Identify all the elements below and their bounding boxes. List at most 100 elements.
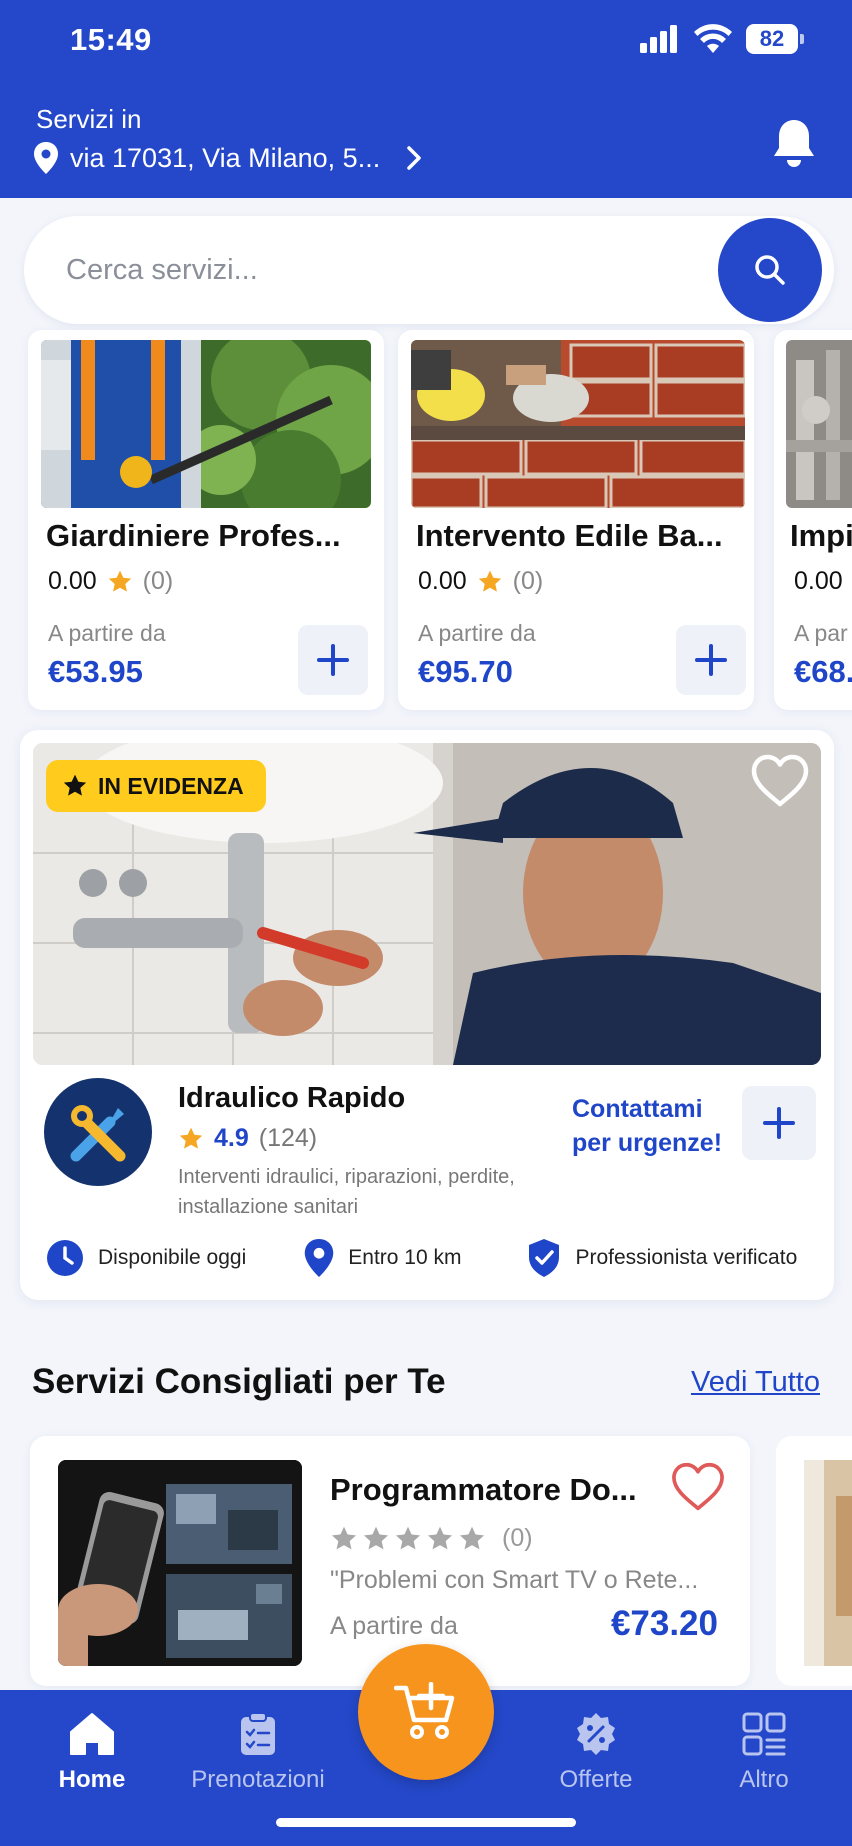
star-icon	[108, 570, 131, 592]
star-outline-icon	[459, 1526, 485, 1549]
price-from-label: A partire da	[330, 1612, 458, 1640]
add-featured-button[interactable]	[742, 1086, 816, 1160]
nav-home[interactable]: Home	[12, 1712, 172, 1794]
service-title: Giardiniere Profes...	[46, 518, 341, 553]
app-header: 15:49 82 Servizi in via 17031, Via Milan…	[0, 0, 852, 198]
service-rating: 0.00 (0)	[48, 567, 173, 596]
verified-shield-icon	[529, 1239, 560, 1277]
rating-count: (0)	[142, 567, 174, 595]
rating-value: 0.00	[418, 567, 467, 595]
plus-icon	[317, 644, 349, 676]
recommended-title: Programmatore Do...	[330, 1472, 637, 1507]
price-from-label: A partire da	[48, 620, 166, 646]
feature-availability: Disponibile oggi	[46, 1239, 246, 1277]
heart-outline-icon	[751, 754, 809, 807]
feature-label: Entro 10 km	[348, 1246, 462, 1269]
section-title: Servizi Consigliati per Te	[32, 1362, 446, 1401]
feature-label: Professionista verificato	[575, 1246, 798, 1269]
plus-icon	[763, 1107, 795, 1139]
service-title: Intervento Edile Ba...	[416, 518, 723, 553]
service-image-gardener	[41, 340, 371, 508]
clipboard-icon	[241, 1712, 275, 1755]
star-icon	[179, 1127, 203, 1149]
recommended-price: €73.20	[610, 1604, 718, 1643]
featured-service-card[interactable]: IN EVIDENZA Idraulico Rapido 4.9 (124) I…	[20, 730, 834, 1300]
search-button[interactable]	[718, 218, 822, 322]
plus-icon	[695, 644, 727, 676]
search-icon	[755, 255, 785, 285]
battery-indicator: 82	[746, 24, 804, 54]
urgent-line-1: Contattami	[572, 1095, 703, 1123]
service-card[interactable]: Impi 0.00 A par €68.	[774, 330, 852, 710]
location-pin-icon	[34, 142, 58, 174]
recommended-image-peek	[804, 1460, 852, 1666]
see-all-link[interactable]: Vedi Tutto	[691, 1366, 820, 1399]
location-pin-icon	[305, 1239, 334, 1277]
nav-label: Offerte	[559, 1766, 633, 1793]
nav-offers[interactable]: Offerte	[516, 1712, 676, 1794]
wifi-icon	[694, 24, 732, 53]
nav-bookings[interactable]: Prenotazioni	[178, 1712, 338, 1794]
status-icons: 82	[640, 24, 804, 54]
service-title: Impi	[790, 518, 852, 553]
recommended-service-card[interactable]	[776, 1436, 852, 1686]
recommended-rating: (0)	[330, 1524, 533, 1553]
cart-add-icon	[394, 1682, 455, 1739]
heart-outline-icon	[672, 1462, 724, 1511]
tools-icon	[70, 1105, 126, 1162]
home-indicator	[276, 1818, 576, 1827]
star-outline-icon	[363, 1526, 389, 1549]
rating-value: 0.00	[48, 567, 97, 595]
clock-icon	[47, 1240, 83, 1276]
favorite-button[interactable]	[750, 754, 810, 813]
star-icon	[478, 570, 501, 592]
service-card[interactable]: Intervento Edile Ba... 0.00 (0) A partir…	[398, 330, 754, 710]
price-from-label: A partire da	[418, 620, 536, 646]
search-bar	[24, 216, 834, 324]
location-selector[interactable]: via 17031, Via Milano, 5...	[34, 142, 424, 174]
nav-more[interactable]: Altro	[684, 1712, 844, 1794]
urgent-line-2: per urgenze!	[572, 1129, 723, 1157]
add-service-button[interactable]	[298, 625, 368, 695]
urgent-contact-link[interactable]: Contattami per urgenze!	[572, 1092, 732, 1160]
star-outline-icon	[427, 1526, 453, 1549]
service-price: €53.95	[48, 654, 143, 689]
provider-logo	[44, 1078, 152, 1186]
price-from-label: A par	[794, 620, 848, 646]
search-input[interactable]	[66, 246, 686, 294]
rating-value: 4.9	[214, 1124, 249, 1152]
bell-icon	[774, 120, 814, 167]
service-rating: 0.00 (0)	[418, 567, 543, 596]
notifications-button[interactable]	[772, 118, 816, 175]
featured-description: Interventi idraulici, riparazioni, perdi…	[178, 1166, 515, 1218]
rating-count: (0)	[512, 567, 544, 595]
featured-rating: 4.9 (124)	[178, 1124, 317, 1153]
nav-label: Prenotazioni	[191, 1766, 325, 1793]
service-rating: 0.00	[794, 567, 843, 596]
location-label: Servizi in	[36, 104, 142, 134]
featured-badge-label: IN EVIDENZA	[98, 772, 244, 799]
rating-count: (124)	[258, 1124, 318, 1152]
featured-features: Disponibile oggi Entro 10 km Professioni…	[46, 1238, 834, 1278]
featured-badge: IN EVIDENZA	[46, 760, 266, 812]
service-image-plumbing	[786, 340, 852, 508]
location-value: via 17031, Via Milano, 5...	[70, 142, 381, 173]
feature-verified: Professionista verificato	[527, 1238, 797, 1278]
feature-label: Disponibile oggi	[98, 1246, 247, 1269]
rating-count: (0)	[502, 1524, 533, 1552]
add-service-button[interactable]	[676, 625, 746, 695]
star-outline-icon	[331, 1526, 357, 1549]
chevron-right-icon	[407, 146, 421, 170]
service-price: €68.	[794, 654, 852, 689]
favorite-button[interactable]	[670, 1462, 726, 1517]
grid-icon	[742, 1712, 786, 1756]
home-icon	[70, 1713, 114, 1755]
cart-fab-button[interactable]	[358, 1644, 494, 1780]
recommended-description: "Problemi con Smart TV o Rete...	[330, 1566, 699, 1594]
service-image-construction	[411, 340, 745, 508]
recommended-service-card[interactable]: Programmatore Do... (0) "Problemi con Sm…	[30, 1436, 750, 1686]
star-outline-icon	[395, 1526, 421, 1549]
service-card[interactable]: Giardiniere Profes... 0.00 (0) A partire…	[28, 330, 384, 710]
nav-label: Home	[58, 1766, 126, 1793]
status-time: 15:49	[70, 22, 152, 57]
